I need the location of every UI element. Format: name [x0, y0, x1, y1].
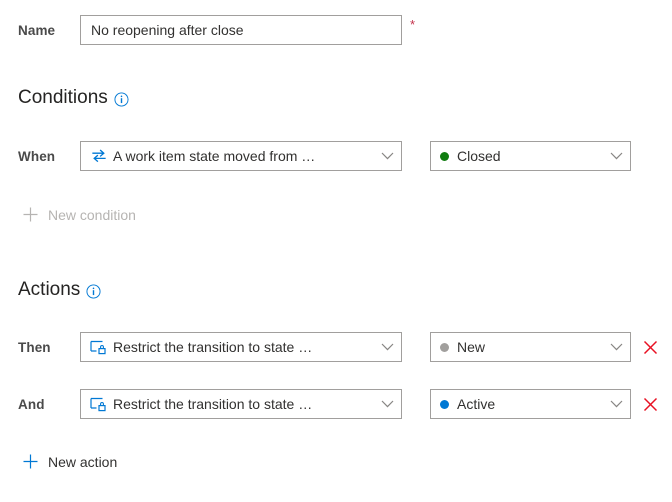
chevron-down-icon[interactable] — [379, 148, 395, 164]
state-dot — [440, 342, 449, 352]
actions-section-header: Actions — [18, 279, 101, 301]
state-dot — [440, 399, 449, 409]
delete-action-button[interactable] — [640, 337, 660, 357]
new-action-button[interactable]: New action — [22, 453, 117, 470]
work-item-rule-form: Name * Conditions When A work item state… — [0, 0, 672, 502]
name-label: Name — [18, 22, 56, 38]
state-dot — [440, 151, 449, 161]
new-condition-button[interactable]: New condition — [22, 206, 136, 223]
chevron-down-icon[interactable] — [608, 148, 624, 164]
chevron-down-icon[interactable] — [608, 396, 624, 412]
action-row: And Restrict the transition to state … A… — [0, 389, 660, 419]
restrict-transition-lock-icon — [90, 396, 107, 412]
new-action-label: New action — [48, 453, 118, 470]
info-icon[interactable] — [86, 284, 101, 299]
plus-icon — [22, 453, 39, 470]
action-rule-text: Restrict the transition to state … — [113, 396, 313, 412]
condition-rule-text: A work item state moved from … — [113, 148, 316, 164]
action-state-dropdown[interactable]: Active — [430, 389, 631, 419]
action-row: Then Restrict the transition to state … … — [0, 332, 660, 362]
plus-icon — [22, 206, 39, 223]
new-condition-label: New condition — [48, 206, 136, 223]
condition-state-text: Closed — [457, 148, 501, 164]
info-icon[interactable] — [114, 92, 129, 107]
action-rule-text: Restrict the transition to state … — [113, 339, 313, 355]
actions-title: Actions — [18, 279, 81, 300]
chevron-down-icon[interactable] — [379, 396, 395, 412]
delete-action-button[interactable] — [640, 394, 660, 414]
action-rule-dropdown[interactable]: Restrict the transition to state … — [80, 389, 402, 419]
conditions-section-header: Conditions — [18, 87, 129, 109]
and-label: And — [18, 396, 45, 412]
action-state-text: Active — [457, 396, 496, 412]
condition-state-dropdown[interactable]: Closed — [430, 141, 631, 171]
transition-arrows-icon — [90, 148, 107, 164]
when-label: When — [18, 148, 56, 164]
conditions-title: Conditions — [18, 87, 108, 108]
action-state-dropdown[interactable]: New — [430, 332, 631, 362]
action-state-text: New — [457, 339, 486, 355]
restrict-transition-lock-icon — [90, 339, 107, 355]
name-input[interactable] — [80, 15, 402, 45]
action-rule-dropdown[interactable]: Restrict the transition to state … — [80, 332, 402, 362]
required-asterisk: * — [410, 17, 416, 32]
chevron-down-icon[interactable] — [379, 339, 395, 355]
condition-rule-dropdown[interactable]: A work item state moved from … — [80, 141, 402, 171]
then-label: Then — [18, 339, 51, 355]
name-row: Name * — [0, 15, 415, 45]
condition-row: When A work item state moved from … Clos… — [0, 141, 631, 171]
chevron-down-icon[interactable] — [608, 339, 624, 355]
